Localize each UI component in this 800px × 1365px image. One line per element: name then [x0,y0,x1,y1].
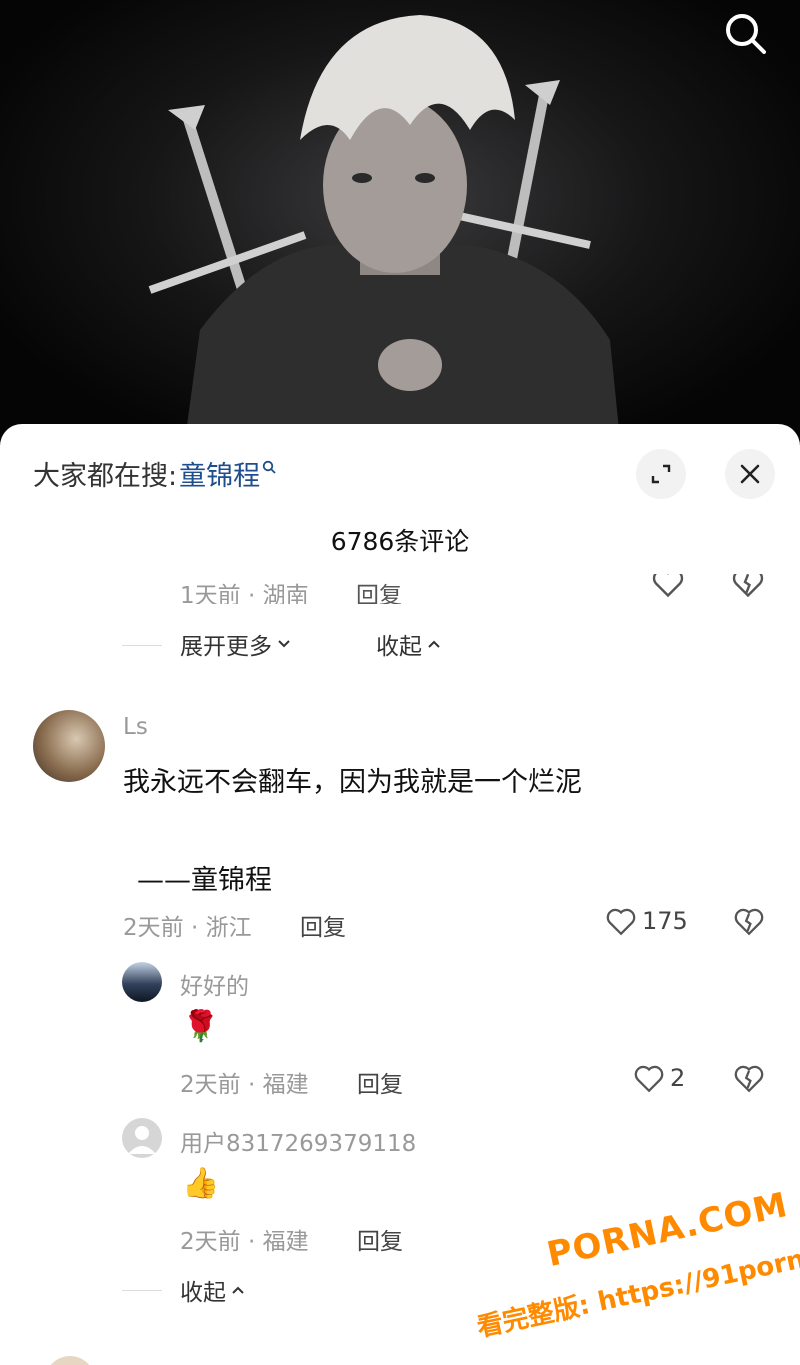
close-icon [740,464,760,484]
reply-emoji: 🌹 [182,1009,220,1044]
heart-icon[interactable] [650,574,686,600]
reply-like-button[interactable]: 2 [632,1061,685,1095]
chevron-down-icon [278,640,290,648]
video-player[interactable] [0,0,800,440]
reply-meta: 2天前 · 福建 [180,1229,309,1255]
comment-reply-button[interactable]: 回复 [300,908,346,942]
previous-comment-meta: 1天前 · 湖南 [180,583,309,604]
close-button[interactable] [725,449,775,499]
reply-emoji: 👍 [182,1166,220,1201]
fold-divider [122,1290,162,1291]
expand-button[interactable] [636,449,686,499]
comment-text-line-1: 我永远不会翻车，因为我就是一个烂泥 [123,767,582,798]
reply-like-count: 2 [670,1064,686,1092]
collapse-label: 收起 [376,634,422,660]
comment-like-count: 175 [642,907,688,935]
reply-username[interactable]: 好好的 [180,967,249,1001]
chevron-up-icon [428,640,440,648]
comment-count: 6786条评论 [330,527,470,556]
broken-heart-icon[interactable] [730,574,766,600]
collapse-label: 收起 [180,1280,226,1306]
hot-search-prefix: 大家都在搜: [33,461,178,492]
avatar[interactable] [33,710,105,782]
expand-more-label: 展开更多 [180,634,272,660]
reply-username[interactable]: 用户8317269379118 [180,1124,416,1158]
video-frame-illustration [148,15,620,440]
search-button[interactable] [722,10,770,58]
search-icon [726,14,766,54]
chevron-up-icon [232,1286,244,1294]
reply-reply-button[interactable]: 回复 [357,1222,403,1256]
expand-icon [651,464,671,484]
default-user-icon [128,1126,156,1154]
avatar[interactable] [122,1118,162,1158]
collapse-replies-button[interactable]: 收起 [180,1273,246,1307]
small-search-icon [262,460,276,474]
collapse-button[interactable]: 收起 [376,627,442,661]
fold-divider [122,645,162,646]
expand-more-button[interactable]: 展开更多 [180,627,292,661]
broken-heart-icon[interactable] [732,1061,766,1095]
comment-text-line-2: ——童锦程 [137,865,272,896]
reply-meta: 2天前 · 福建 [180,1072,309,1098]
previous-comment-footer: 1天前 · 湖南 回复 [0,574,800,604]
heart-icon [634,1065,664,1093]
reply-reply-button[interactable]: 回复 [357,1065,403,1099]
heart-icon [606,908,636,936]
hot-search-bar[interactable]: 大家都在搜: 童锦程 [33,454,276,493]
hot-search-keyword[interactable]: 童锦程 [179,454,260,493]
comment-meta: 2天前 · 浙江 [123,915,252,941]
figure-hair-graphic [300,15,515,140]
comment-like-button[interactable]: 175 [604,904,688,938]
previous-comment-reply[interactable]: 回复 [356,576,402,604]
broken-heart-icon[interactable] [732,904,766,938]
avatar[interactable] [122,962,162,1002]
comment-username[interactable]: Ls [123,714,148,740]
